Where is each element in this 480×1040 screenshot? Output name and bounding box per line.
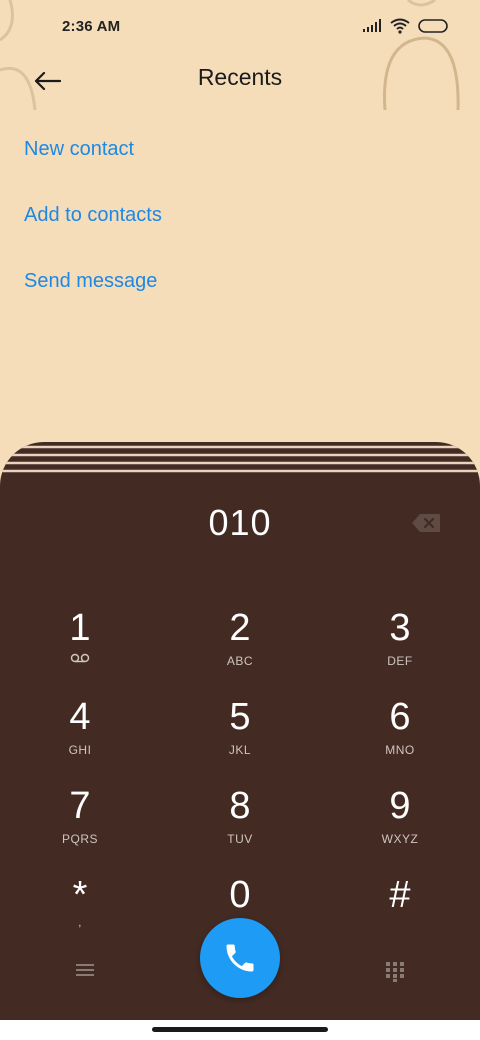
key-8[interactable]: 8 TUV — [180, 786, 300, 866]
dialer-decoration-stripes — [0, 445, 480, 473]
key-letters: ABC — [226, 654, 254, 668]
dialpad-icon — [386, 962, 404, 982]
home-indicator[interactable] — [152, 1027, 328, 1032]
key-9[interactable]: 9 WXYZ — [340, 786, 460, 866]
key-letters: GHI — [68, 743, 92, 757]
key-hash[interactable]: # — [340, 875, 460, 955]
status-time: 2:36 AM — [62, 18, 121, 35]
page-title: Recents — [197, 64, 283, 90]
key-letters: PQRS — [61, 832, 98, 846]
key-4[interactable]: 4 GHI — [20, 697, 140, 777]
key-letters: DEF — [387, 654, 413, 668]
key-letters: WXYZ — [381, 832, 419, 846]
key-digit: # — [389, 874, 411, 916]
keypad-toggle-button[interactable] — [384, 960, 406, 987]
dialed-number: 010 — [208, 502, 272, 543]
call-button[interactable] — [200, 918, 280, 998]
key-digit: 7 — [69, 785, 91, 827]
key-5[interactable]: 5 JKL — [180, 697, 300, 777]
key-digit: 0 — [229, 874, 251, 916]
key-digit: 5 — [229, 696, 251, 738]
key-letters: TUV — [227, 832, 253, 846]
key-star[interactable]: * , — [20, 875, 140, 955]
voicemail-icon — [70, 653, 90, 663]
battery-icon — [418, 19, 448, 33]
send-message-option[interactable]: Send message — [24, 270, 157, 293]
key-digit: 3 — [389, 607, 411, 649]
key-2[interactable]: 2 ABC — [180, 608, 300, 688]
new-contact-option[interactable]: New contact — [24, 138, 134, 161]
phone-icon — [226, 944, 254, 972]
key-digit: 8 — [229, 785, 251, 827]
key-digit: 6 — [389, 696, 411, 738]
menu-button[interactable] — [74, 962, 96, 983]
key-digit: 2 — [229, 607, 251, 649]
key-digit: 4 — [69, 696, 91, 738]
key-digit: 1 — [69, 607, 91, 649]
key-letters: , — [78, 915, 82, 929]
key-digit: 9 — [389, 785, 411, 827]
key-7[interactable]: 7 PQRS — [20, 786, 140, 866]
key-3[interactable]: 3 DEF — [340, 608, 460, 688]
key-letters: MNO — [385, 743, 415, 757]
status-icons — [362, 18, 450, 34]
key-letters: JKL — [228, 743, 252, 757]
signal-icon — [363, 19, 381, 32]
menu-icon — [76, 964, 94, 976]
backspace-icon — [412, 514, 440, 532]
add-to-contacts-option[interactable]: Add to contacts — [24, 204, 162, 227]
backspace-button[interactable] — [410, 511, 442, 535]
key-digit: * — [72, 874, 88, 916]
wifi-icon — [390, 18, 410, 34]
key-1[interactable]: 1 — [20, 608, 140, 688]
key-6[interactable]: 6 MNO — [340, 697, 460, 777]
